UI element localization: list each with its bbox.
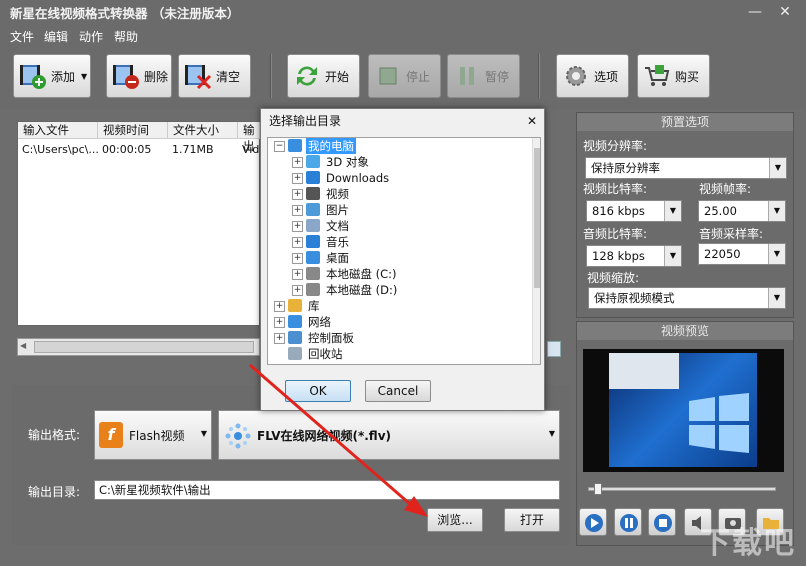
annotation-arrow [249, 363, 428, 517]
watermark: 下载吧 [700, 526, 796, 561]
